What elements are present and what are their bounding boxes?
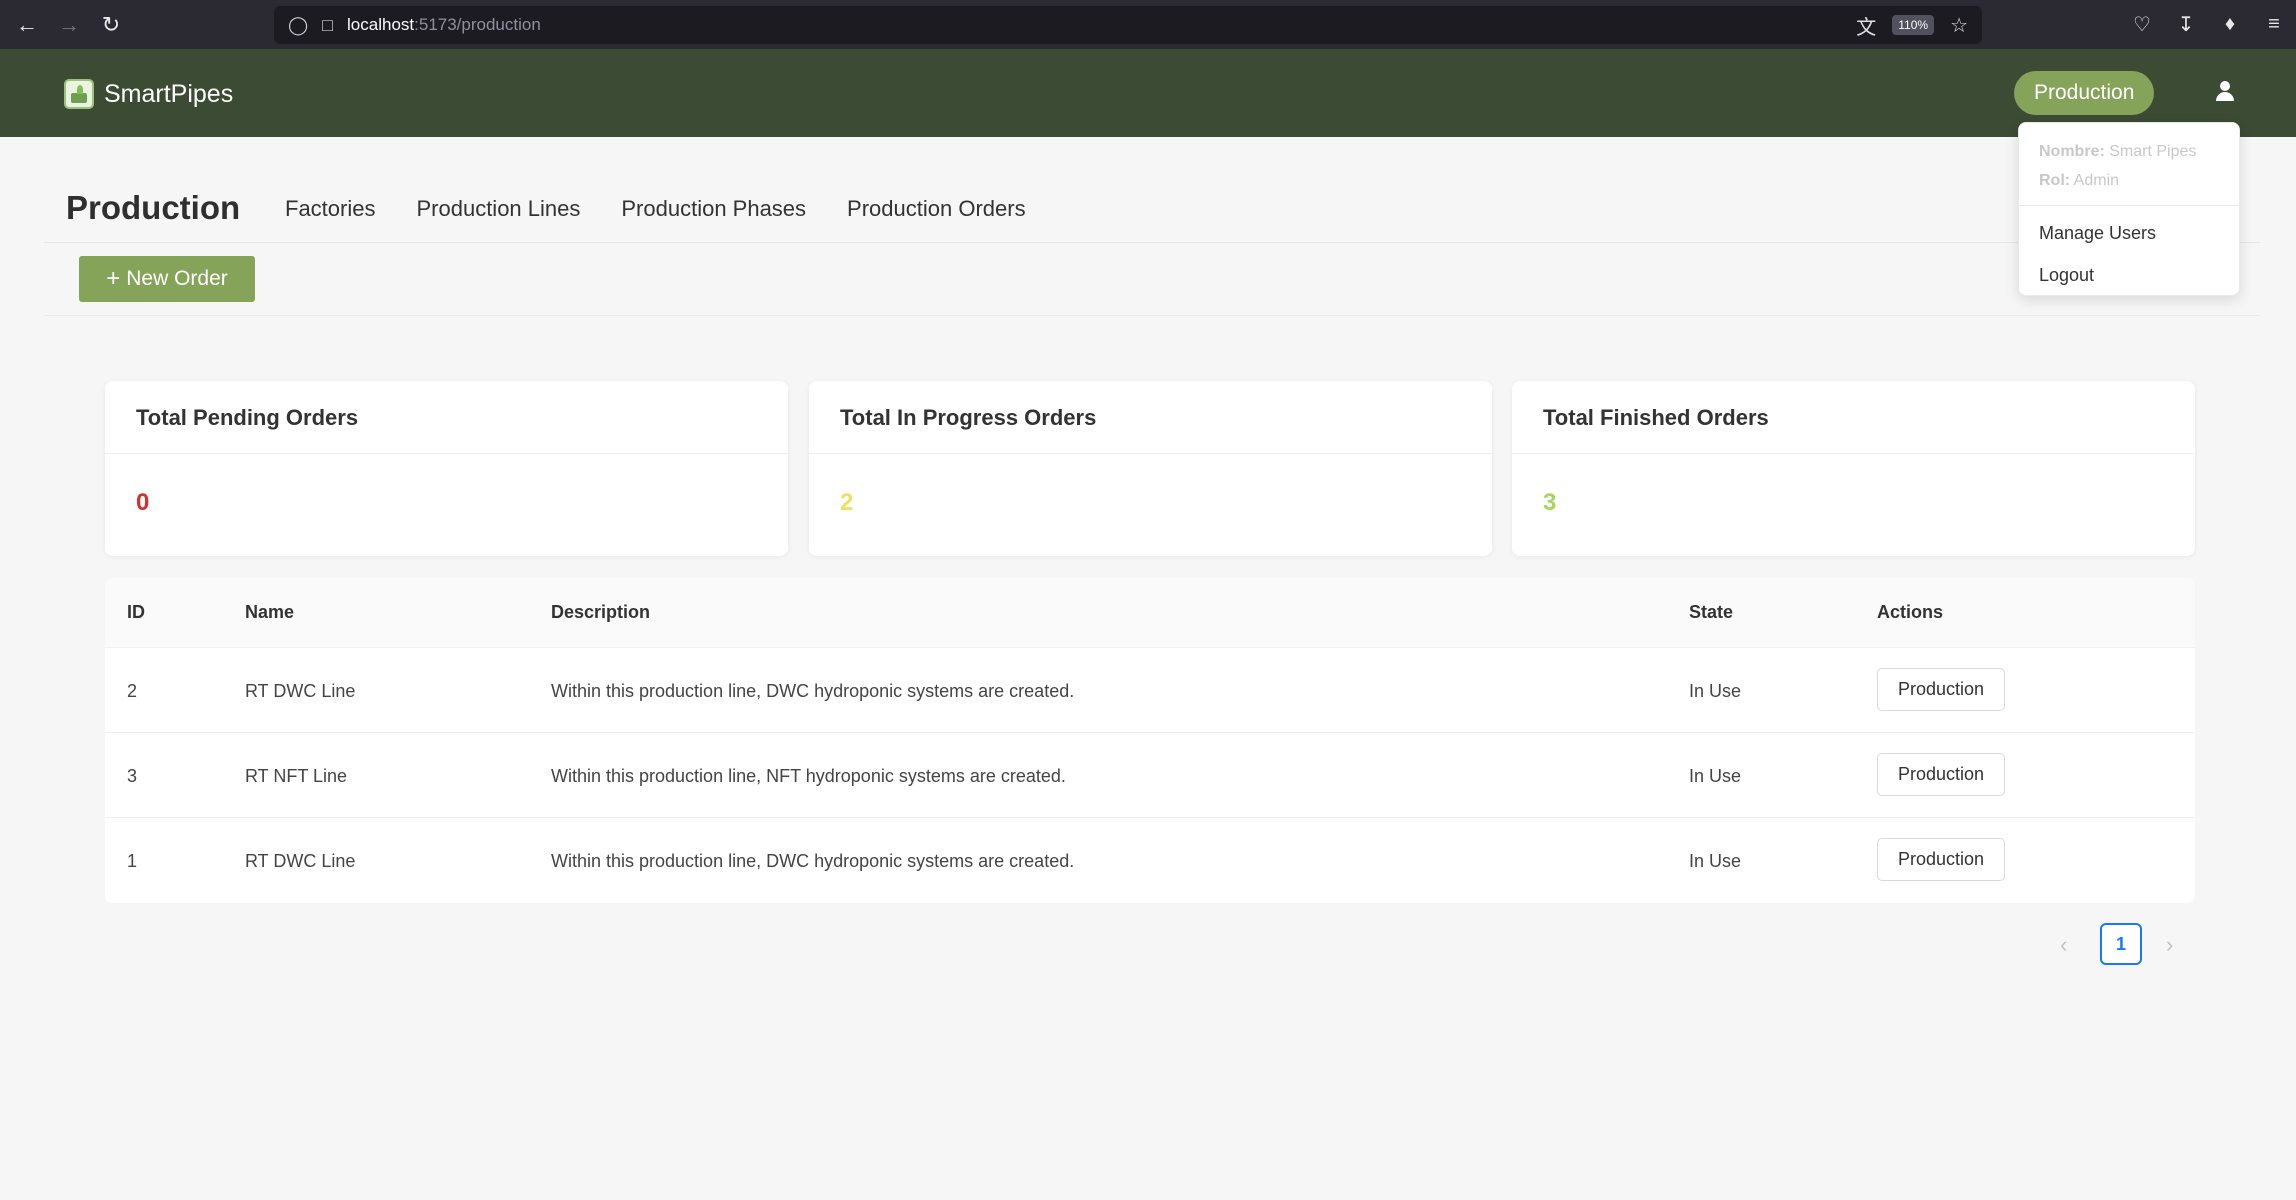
new-order-button[interactable]: + New Order [79,256,255,302]
shield-icon: ◯ [288,14,309,35]
in-progress-orders-count: 2 [840,489,854,516]
browser-toolbar: ← → ↻ ◯ □ localhost:5173/production 文 11… [0,0,2296,49]
row-state: In Use [1689,766,1742,786]
smartpipes-logo-icon [64,79,94,109]
page-icon: □ [322,14,334,35]
brand[interactable]: SmartPipes [64,79,233,109]
card-title: Total Finished Orders [1543,405,1769,430]
forward-arrow-icon[interactable]: → [54,10,84,40]
new-order-label: New Order [126,267,228,290]
section-tabs: Factories Production Lines Production Ph… [285,196,1026,222]
row-name: RT DWC Line [245,851,356,871]
extensions-icon[interactable]: ♦ [2218,13,2242,36]
table-header: ID Name Description State Actions [105,578,2195,648]
production-button[interactable]: Production [1877,838,2005,881]
row-description: Within this production line, DWC hydropo… [551,851,1075,871]
user-name-label: Nombre: [2039,143,2105,160]
manage-users-menu-item[interactable]: Manage Users [2019,212,2239,254]
table-row: 1 RT DWC Line Within this production lin… [105,818,2195,903]
plus-icon: + [106,265,121,292]
toolbar-divider [44,315,2260,316]
zoom-level-badge[interactable]: 110% [1892,15,1935,35]
reload-icon[interactable]: ↻ [96,10,126,40]
production-lines-table: ID Name Description State Actions 2 RT D… [105,578,2195,903]
row-description: Within this production line, DWC hydropo… [551,681,1075,701]
production-button[interactable]: Production [1877,668,2005,711]
row-name: RT DWC Line [245,681,356,701]
card-title: Total In Progress Orders [840,405,1097,430]
logout-menu-item[interactable]: Logout [2019,254,2239,296]
column-header-id[interactable]: ID [127,602,145,623]
column-header-state[interactable]: State [1689,602,1733,623]
bookmark-star-icon[interactable]: ☆ [1950,13,1968,38]
brand-name: SmartPipes [104,79,234,108]
pending-orders-card: Total Pending Orders 0 [105,381,788,556]
tab-production-phases[interactable]: Production Phases [621,196,806,222]
url-host: localhost [347,15,415,34]
table-row: 2 RT DWC Line Within this production lin… [105,648,2195,733]
column-header-name[interactable]: Name [245,602,294,623]
tab-production-lines[interactable]: Production Lines [416,196,580,222]
tab-production-orders[interactable]: Production Orders [847,196,1026,222]
production-button[interactable]: Production [1877,753,2005,796]
card-title: Total Pending Orders [136,405,359,430]
app-header: SmartPipes Production [0,49,2296,137]
user-role-value: Admin [2073,172,2120,189]
tab-factories[interactable]: Factories [285,196,375,222]
back-arrow-icon[interactable]: ← [12,10,42,40]
finished-orders-count: 3 [1543,489,1557,516]
menu-icon[interactable]: ≡ [2262,13,2286,36]
role-button[interactable]: Production [2014,71,2155,115]
pending-orders-count: 0 [136,489,150,516]
user-menu-dropdown: Nombre: Smart Pipes Rol: Admin Manage Us… [2018,122,2240,296]
tabs-divider [44,242,2260,243]
translate-icon[interactable]: 文 [1856,11,1876,40]
row-description: Within this production line, NFT hydropo… [551,766,1066,786]
row-id: 2 [127,681,138,701]
page-title: Production [66,189,241,226]
user-name-value: Smart Pipes [2109,143,2197,160]
table-row: 3 RT NFT Line Within this production lin… [105,733,2195,818]
row-id: 3 [127,766,138,786]
column-header-actions: Actions [1877,602,1944,622]
column-header-description[interactable]: Description [551,602,650,623]
row-id: 1 [127,851,138,871]
row-state: In Use [1689,851,1742,871]
user-info: Nombre: Smart Pipes Rol: Admin [2019,123,2239,206]
url-path: :5173/production [414,15,541,34]
row-name: RT NFT Line [245,766,348,786]
address-bar[interactable]: ◯ □ localhost:5173/production 文 110% ☆ [274,6,1982,44]
pocket-icon[interactable]: ♡ [2130,12,2154,37]
chevron-left-icon[interactable]: ‹ [2060,932,2067,958]
user-icon[interactable] [2212,79,2238,105]
user-role-label: Rol: [2039,172,2071,189]
download-icon[interactable]: ↧ [2174,12,2198,37]
chevron-right-icon[interactable]: › [2166,932,2173,958]
in-progress-orders-card: Total In Progress Orders 2 [809,381,1492,556]
finished-orders-card: Total Finished Orders 3 [1512,381,2195,556]
row-state: In Use [1689,681,1742,701]
pagination-page-current[interactable]: 1 [2100,923,2142,965]
